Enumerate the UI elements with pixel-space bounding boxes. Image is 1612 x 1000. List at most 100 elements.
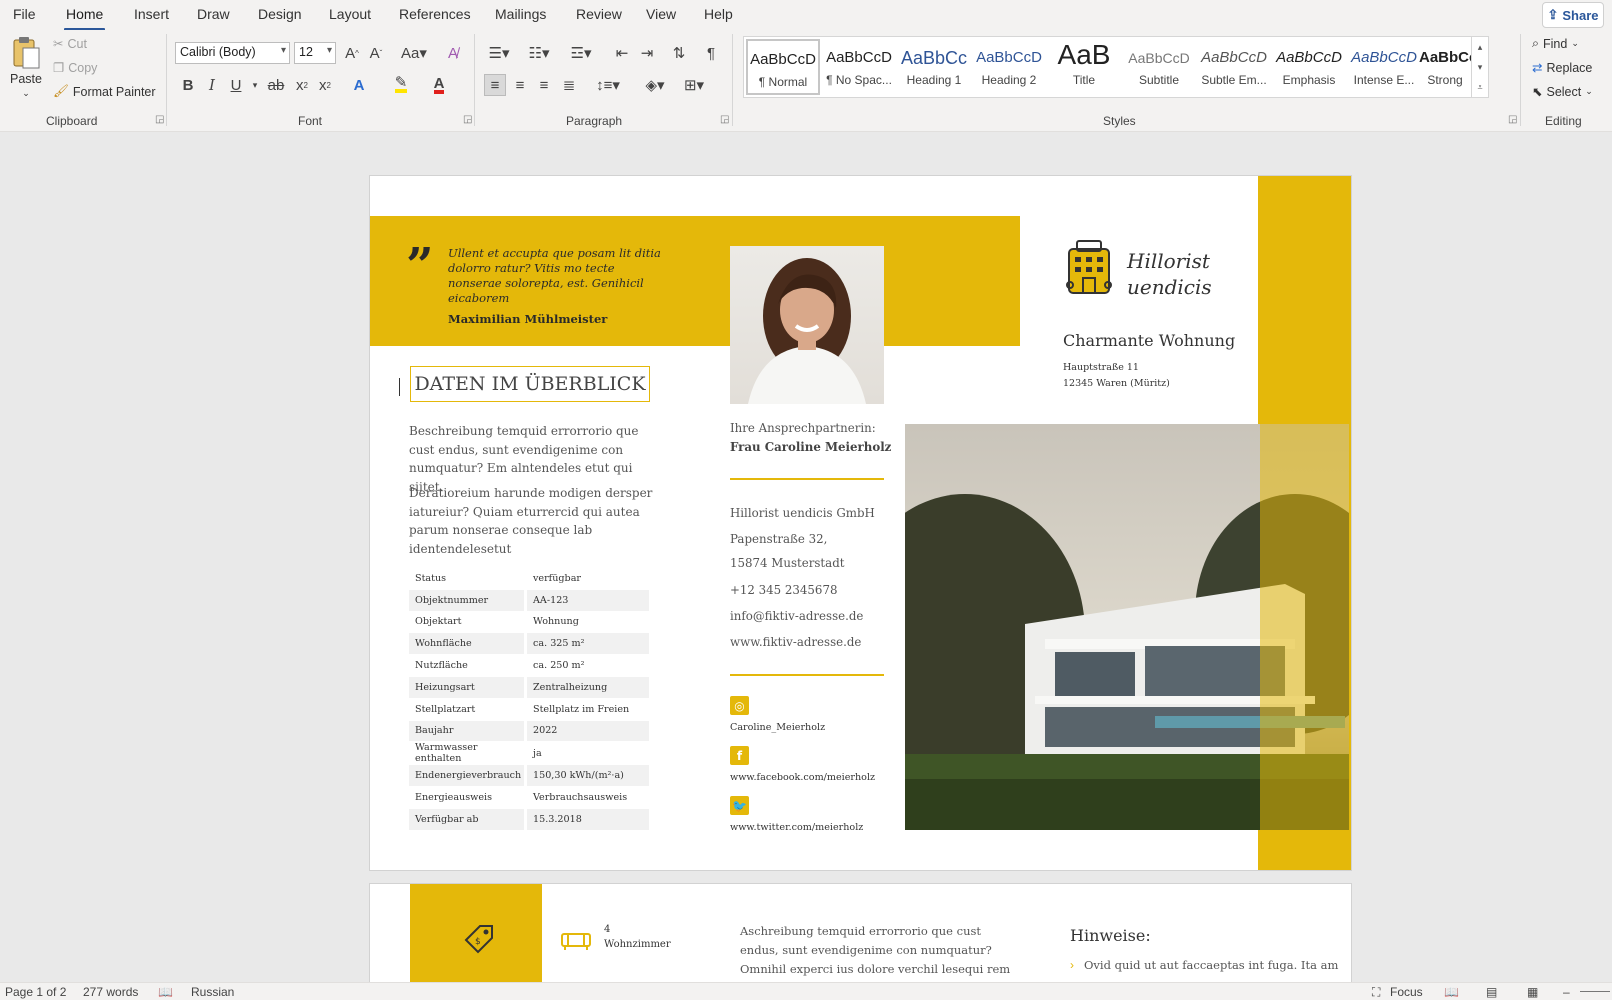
word-count[interactable]: 277 words — [83, 985, 138, 999]
line-spacing-icon[interactable]: ↕≡▾ — [592, 74, 624, 96]
tab-draw[interactable]: Draw — [197, 6, 230, 22]
brand-name: Hillorist uendicis — [1127, 248, 1212, 300]
page-indicator[interactable]: Page 1 of 2 — [5, 985, 66, 999]
zoom-slider[interactable] — [1580, 991, 1610, 992]
contact-email[interactable]: info@fiktiv-adresse.de — [730, 609, 863, 623]
page2-text-line[interactable]: Aschreibung temquid errorrorio que cust — [740, 924, 981, 938]
tab-help[interactable]: Help — [704, 6, 733, 22]
group-separator — [1520, 34, 1521, 126]
style-intense-emphasis[interactable]: AaBbCcD Intense E... — [1347, 39, 1421, 95]
multilevel-list-icon[interactable]: ☲▾ — [566, 42, 596, 64]
table-cell-label: Stellplatzart — [409, 698, 527, 721]
shading-icon[interactable]: ◈▾ — [639, 74, 671, 96]
style-normal[interactable]: AaBbCcD ¶ Normal — [746, 39, 820, 95]
document-page-2[interactable]: $ 4 Wohnzimmer Aschreibung temquid error… — [370, 884, 1351, 984]
focus-icon[interactable]: ⛶ — [1372, 985, 1380, 1000]
table-row: Baujahr 2022 — [409, 720, 649, 743]
tab-home[interactable]: Home — [63, 6, 106, 31]
zoom-out-icon[interactable]: – — [1563, 985, 1570, 999]
svg-text:$: $ — [475, 937, 481, 947]
tab-mailings[interactable]: Mailings — [495, 6, 546, 22]
focus-label[interactable]: Focus — [1390, 985, 1423, 999]
font-family-select[interactable]: Calibri (Body) ▾ — [175, 42, 290, 64]
body-paragraph[interactable]: Deratioreium harunde modigen dersper iat… — [409, 484, 657, 558]
highlight-icon[interactable]: ✎ — [390, 74, 412, 96]
strikethrough-icon[interactable]: ab — [265, 74, 287, 96]
dialog-launcher-icon[interactable]: ◲ — [1508, 114, 1517, 125]
page2-text-line[interactable]: Omnihil experci ius dolore verchil leseq… — [740, 962, 1010, 976]
language-indicator[interactable]: Russian — [191, 985, 234, 999]
tab-view[interactable]: View — [646, 6, 676, 22]
subscript-icon[interactable]: x2 — [291, 74, 313, 96]
font-color-icon[interactable]: A — [428, 74, 450, 96]
change-case-icon[interactable]: Aa▾ — [398, 42, 430, 64]
increase-indent-icon[interactable]: ⇥ — [636, 42, 658, 64]
style-heading-2[interactable]: AaBbCcD Heading 2 — [972, 39, 1046, 95]
bold-icon[interactable]: B — [177, 74, 199, 96]
style-heading-1[interactable]: AaBbCc Heading 1 — [897, 39, 971, 95]
dialog-launcher-icon[interactable]: ◲ — [463, 114, 472, 125]
align-left-icon[interactable]: ≡ — [484, 74, 506, 96]
proofing-icon[interactable]: 📖 — [158, 985, 173, 999]
replace-icon: ⇄ — [1532, 61, 1543, 75]
style-title[interactable]: AaB Title — [1047, 39, 1121, 95]
gallery-up-icon[interactable]: ▴ — [1471, 37, 1488, 57]
text-effects-icon[interactable]: A — [348, 74, 370, 96]
tab-file[interactable]: File — [13, 6, 36, 22]
gallery-more-icon[interactable]: ⩡ — [1471, 77, 1488, 97]
clear-formatting-icon[interactable]: A̸ — [442, 42, 464, 64]
style-emphasis[interactable]: AaBbCcD Emphasis — [1272, 39, 1346, 95]
shrink-font-icon[interactable]: Aˇ — [365, 42, 387, 64]
align-center-icon[interactable]: ≡ — [509, 74, 531, 96]
tab-insert[interactable]: Insert — [134, 6, 169, 22]
style-subtitle[interactable]: AaBbCcD Subtitle — [1122, 39, 1196, 95]
find-button[interactable]: ⌕ Find ⌄ — [1532, 36, 1579, 51]
bullets-icon[interactable]: ☰▾ — [484, 42, 514, 64]
paste-button[interactable]: Paste ⌄ — [10, 36, 42, 99]
sort-icon[interactable]: ⇅ — [668, 42, 690, 64]
justify-icon[interactable]: ≣ — [558, 74, 580, 96]
hint-item[interactable]: Ovid quid ut aut faccaeptas int fuga. It… — [1084, 958, 1338, 972]
page2-text-line[interactable]: endus, sunt evendigenime con numquatur? — [740, 943, 992, 957]
cut-button[interactable]: ✂ Cut — [53, 36, 87, 52]
align-right-icon[interactable]: ≡ — [533, 74, 555, 96]
price-tag-icon: $ — [460, 920, 498, 963]
read-mode-icon[interactable]: 📖 — [1444, 985, 1459, 999]
superscript-icon[interactable]: x2 — [314, 74, 336, 96]
font-size-select[interactable]: 12 ▾ — [294, 42, 336, 64]
numbering-icon[interactable]: ☷▾ — [524, 42, 554, 64]
chevron-down-icon[interactable]: ▾ — [244, 74, 266, 96]
dialog-launcher-icon[interactable]: ◲ — [720, 114, 729, 125]
grow-font-icon[interactable]: A ^ — [341, 42, 363, 64]
contact-website[interactable]: www.fiktiv-adresse.de — [730, 635, 861, 649]
select-button[interactable]: ⬉ Select ⌄ — [1532, 84, 1593, 100]
instagram-handle[interactable]: Caroline_Meierholz — [730, 722, 825, 733]
style-subtle-emphasis[interactable]: AaBbCcD Subtle Em... — [1197, 39, 1271, 95]
paragraph-group-label: Paragraph — [566, 114, 623, 128]
decrease-indent-icon[interactable]: ⇤ — [611, 42, 633, 64]
pilcrow-icon[interactable]: ¶ — [700, 42, 722, 64]
web-layout-icon[interactable]: ▦ — [1527, 985, 1538, 999]
tab-review[interactable]: Review — [576, 6, 622, 22]
table-cell-label: Objektart — [409, 611, 527, 634]
replace-button[interactable]: ⇄ Replace — [1532, 60, 1592, 76]
share-button[interactable]: ⇪ Share — [1542, 2, 1604, 28]
facebook-link[interactable]: www.facebook.com/meierholz — [730, 772, 875, 783]
tab-references[interactable]: References — [399, 6, 471, 22]
italic-icon[interactable]: I — [201, 74, 223, 96]
print-layout-icon[interactable]: ▤ — [1486, 985, 1497, 999]
style-no-spacing[interactable]: AaBbCcD ¶ No Spac... — [822, 39, 896, 95]
dialog-launcher-icon[interactable]: ◲ — [155, 114, 164, 125]
copy-button[interactable]: ❐ Copy — [53, 60, 97, 76]
style-strong[interactable]: AaBbCcD Strong — [1419, 39, 1471, 95]
twitter-icon: 🐦 — [730, 796, 749, 815]
tab-design[interactable]: Design — [258, 6, 302, 22]
borders-icon[interactable]: ⊞▾ — [678, 74, 710, 96]
twitter-link[interactable]: www.twitter.com/meierholz — [730, 822, 863, 833]
document-page-1[interactable]: ” Ullent et accupta que posam lit ditia … — [370, 176, 1351, 870]
section-heading[interactable]: DATEN IM ÜBERBLICK — [410, 366, 650, 402]
styles-group-label: Styles — [1103, 114, 1136, 128]
format-painter-button[interactable]: 🖌 Format Painter — [53, 84, 156, 99]
tab-layout[interactable]: Layout — [329, 6, 371, 22]
gallery-down-icon[interactable]: ▾ — [1471, 57, 1488, 77]
